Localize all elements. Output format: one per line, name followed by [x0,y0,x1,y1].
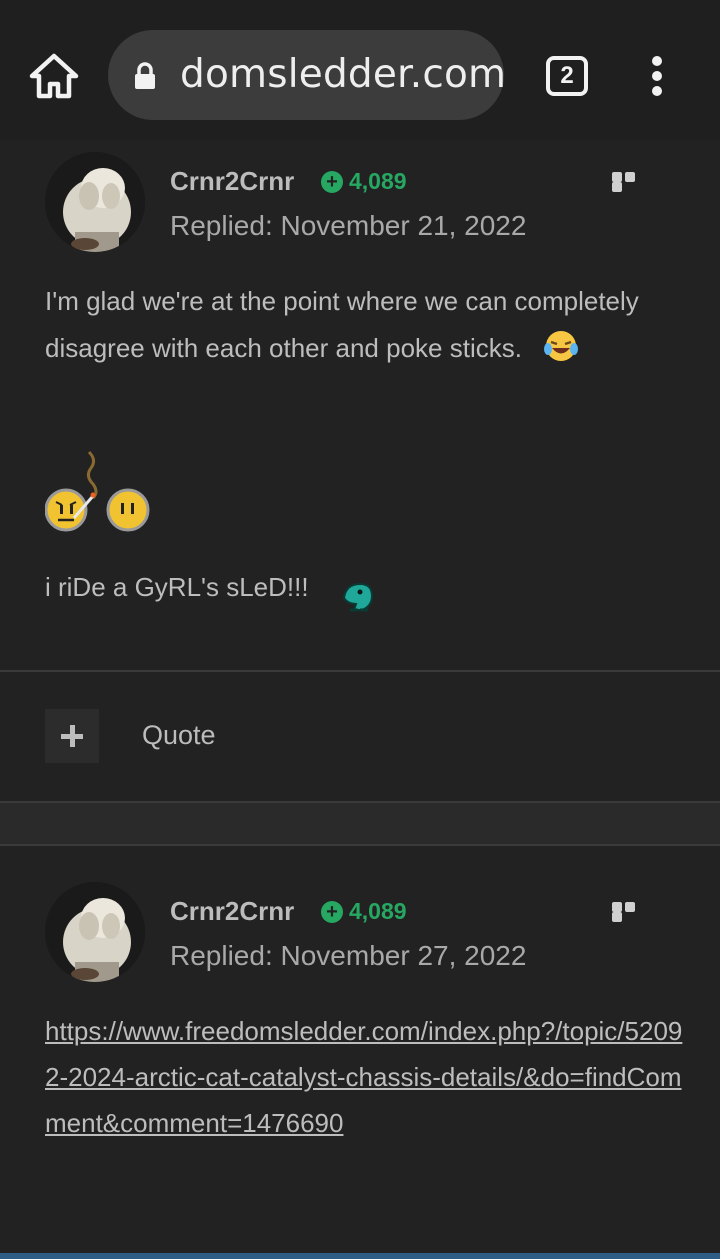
dancing-creature-icon [342,582,373,612]
reply-date: Replied: November 27, 2022 [170,940,527,971]
avatar[interactable] [45,882,145,982]
home-icon[interactable] [28,52,80,100]
signature-text: i riDe a GyRL's sLeD!!! [45,572,309,602]
username[interactable]: Crnr2Crnr [170,166,294,197]
post-options-icon[interactable] [612,902,650,922]
more-options-icon[interactable] [646,56,668,96]
username[interactable]: Crnr2Crnr [170,896,294,927]
tab-switcher-button[interactable]: 2 [546,56,588,96]
post-options-icon[interactable] [612,172,650,192]
reputation-count: 4,089 [349,898,407,924]
post-body: I'm glad we're at the point where we can… [45,278,685,372]
url-text: domsledder.com [180,52,507,97]
post-1: Crnr2Crnr + 4,089 Replied: November 21, … [0,140,720,670]
post-link[interactable]: https://www.freedomsledder.com/index.php… [45,1008,685,1146]
multiquote-plus-button[interactable] [45,709,99,763]
lock-icon [135,62,155,89]
reputation-count: 4,089 [349,168,407,194]
reputation-plus-icon: + [321,901,343,923]
quote-button[interactable]: Quote [142,720,216,751]
post-2: Crnr2Crnr + 4,089 Replied: November 27, … [0,846,720,1253]
browser-toolbar: domsledder.com 2 [0,0,720,140]
divider [0,801,720,803]
post-actions [0,672,720,801]
laughing-emoji-icon [544,331,579,361]
signature: i riDe a GyRL's sLeD!!! [45,564,685,614]
avatar[interactable] [45,152,145,252]
address-bar[interactable]: domsledder.com [108,30,507,120]
bottom-accent-bar [0,1253,720,1259]
smoking-smiley-icon [45,450,150,532]
reputation-plus-icon: + [321,171,343,193]
reply-date: Replied: November 21, 2022 [170,210,527,241]
